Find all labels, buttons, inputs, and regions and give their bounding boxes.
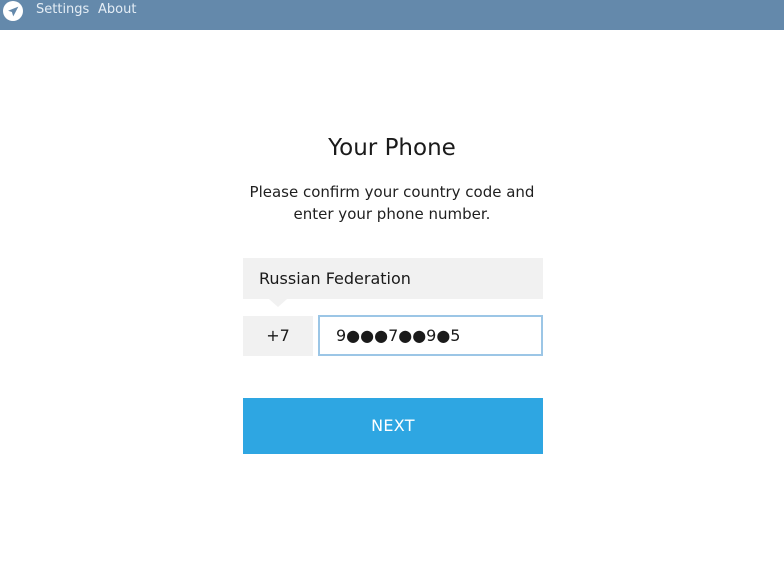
paper-plane-icon xyxy=(7,6,18,16)
about-menu-item[interactable]: About xyxy=(98,2,136,18)
next-button[interactable]: NEXT xyxy=(243,398,543,454)
top-menu-bar: Settings About xyxy=(0,0,784,30)
settings-menu-item[interactable]: Settings xyxy=(36,2,89,18)
country-dropdown-pointer xyxy=(269,299,287,307)
country-select[interactable]: Russian Federation xyxy=(243,258,543,299)
country-code-field[interactable]: +7 xyxy=(243,316,313,356)
page-description: Please confirm your country code and ent… xyxy=(249,183,535,223)
phone-number-input[interactable]: 9●●●7●●9●5 xyxy=(318,315,543,356)
page-title: Your Phone xyxy=(328,135,456,161)
telegram-logo-icon[interactable] xyxy=(3,1,23,21)
